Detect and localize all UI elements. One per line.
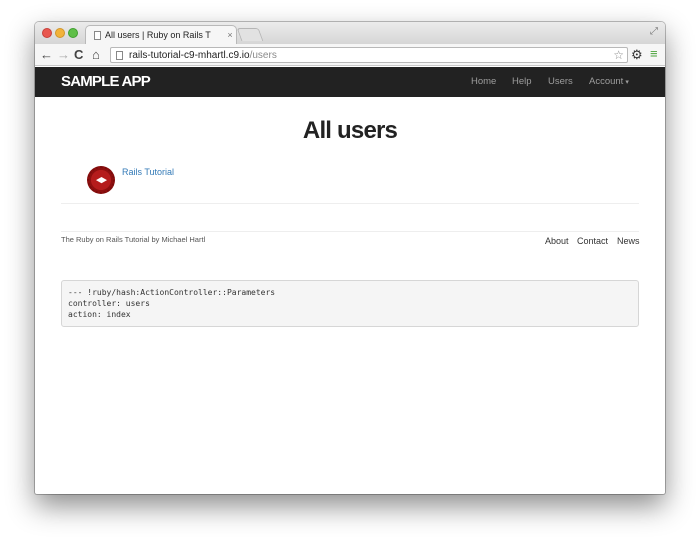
window-minimize-button[interactable]: [55, 28, 65, 38]
footer-about-link[interactable]: About: [545, 236, 569, 246]
nav-users-link[interactable]: Users: [548, 76, 573, 87]
footer-news-link[interactable]: News: [617, 236, 640, 246]
tab-close-icon[interactable]: ×: [224, 30, 236, 40]
tab-title: All users | Ruby on Rails T: [105, 30, 211, 40]
back-icon[interactable]: ←: [40, 47, 53, 63]
url-host: rails-tutorial-c9-mhartl.c9.io: [129, 49, 250, 61]
chevron-down-icon: ▾: [625, 79, 629, 86]
page-icon: [116, 50, 123, 60]
tab-strip: All users | Ruby on Rails T × ⤢: [35, 22, 665, 44]
new-tab-button[interactable]: [236, 28, 264, 41]
account-label: Account: [589, 76, 624, 87]
app-navbar: SAMPLE APP Home Help Users Account ▾: [35, 67, 665, 97]
bookmark-star-icon[interactable]: ☆: [613, 48, 624, 62]
nav-account-dropdown[interactable]: Account ▾: [589, 76, 629, 87]
divider: [61, 203, 639, 204]
nav-home-link[interactable]: Home: [471, 76, 496, 87]
graduation-cap-icon: [96, 177, 107, 184]
address-bar[interactable]: rails-tutorial-c9-mhartl.c9.io/users ☆: [110, 47, 628, 63]
footer-contact-link[interactable]: Contact: [577, 236, 608, 246]
fullscreen-icon[interactable]: ⤢: [650, 26, 658, 37]
page-title: All users: [302, 117, 398, 144]
forward-icon[interactable]: →: [57, 47, 70, 63]
page-icon: [94, 30, 101, 40]
gear-icon[interactable]: ⚙: [631, 47, 643, 63]
reload-icon[interactable]: C: [74, 47, 83, 63]
url-path: /users: [249, 49, 277, 61]
app-logo[interactable]: SAMPLE APP: [61, 73, 151, 90]
footer-credit: The Ruby on Rails Tutorial by Michael Ha…: [61, 235, 206, 244]
browser-tab[interactable]: All users | Ruby on Rails T ×: [85, 25, 237, 44]
footer-divider: [61, 231, 639, 232]
window-close-button[interactable]: [42, 28, 52, 38]
nav-help-link[interactable]: Help: [512, 76, 532, 87]
debug-params-box: --- !ruby/hash:ActionController::Paramet…: [61, 280, 639, 327]
window-maximize-button[interactable]: [68, 28, 78, 38]
avatar: [87, 166, 115, 194]
menu-icon[interactable]: ≡: [650, 46, 658, 61]
user-name-link[interactable]: Rails Tutorial: [122, 167, 174, 177]
home-icon[interactable]: ⌂: [92, 47, 100, 63]
browser-window: All users | Ruby on Rails T × ⤢ ← → C ⌂ …: [35, 22, 665, 494]
browser-toolbar: ← → C ⌂ rails-tutorial-c9-mhartl.c9.io/u…: [35, 44, 665, 66]
